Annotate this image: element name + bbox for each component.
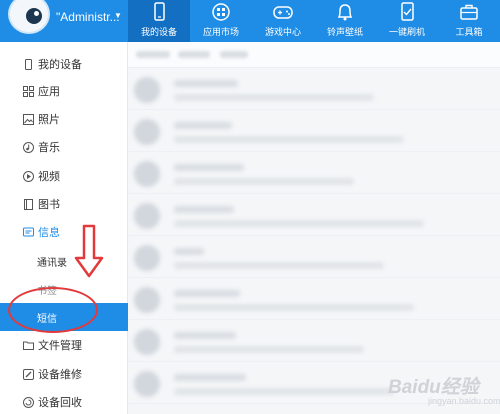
sidebar-item-label: 通讯录	[37, 257, 67, 269]
top-bar: "Administr... ▼ 我的设备 应用市场 游戏中心 铃声壁纸 一键刷机…	[0, 0, 500, 42]
apps-icon	[212, 3, 230, 21]
sidebar-item-books[interactable]: 图书	[0, 190, 128, 218]
music-icon	[23, 141, 34, 153]
grid-icon	[23, 85, 34, 97]
toolbar-action[interactable]	[178, 51, 210, 58]
nav-tab-ringtones[interactable]: 铃声壁纸	[314, 0, 376, 42]
gamepad-icon	[273, 6, 293, 19]
sidebar-item-file-manager[interactable]: 文件管理	[0, 331, 128, 359]
folder-icon	[23, 341, 34, 350]
image-icon	[23, 113, 34, 125]
phone-outline-icon	[25, 58, 32, 70]
toolbox-icon	[460, 4, 478, 20]
list-item[interactable]	[128, 238, 500, 278]
phone-icon	[154, 2, 165, 21]
sidebar-item-repair[interactable]: 设备维修	[0, 360, 128, 388]
nav-tab-label: 我的设备	[140, 27, 177, 37]
nav-tab-label: 工具箱	[455, 27, 483, 37]
app-logo-icon	[8, 0, 50, 34]
message-list-panel	[128, 42, 500, 414]
nav-tab-toolbox[interactable]: 工具箱	[438, 0, 500, 42]
sidebar-item-label: 应用	[38, 86, 60, 98]
sidebar-item-video[interactable]: 视频	[0, 162, 128, 190]
chevron-down-icon[interactable]: ▼	[114, 11, 122, 20]
sidebar-item-label: 我的设备	[38, 59, 82, 71]
list-item[interactable]	[128, 196, 500, 236]
main-nav: 我的设备 应用市场 游戏中心 铃声壁纸 一键刷机 工具箱	[128, 0, 500, 42]
nav-tab-label: 游戏中心	[264, 27, 301, 37]
sidebar-item-label: 图书	[38, 199, 60, 211]
toolbar-action[interactable]	[136, 51, 170, 58]
nav-tab-label: 铃声壁纸	[326, 27, 363, 37]
wrench-icon	[23, 368, 34, 380]
list-item[interactable]	[128, 154, 500, 194]
nav-tab-app-market[interactable]: 应用市场	[190, 0, 252, 42]
video-icon	[23, 170, 34, 182]
sidebar-item-recycle[interactable]: 设备回收	[0, 388, 128, 414]
book-icon	[24, 198, 33, 210]
list-item[interactable]	[128, 70, 500, 110]
toolbar-action[interactable]	[220, 51, 248, 58]
sidebar-item-photos[interactable]: 照片	[0, 105, 128, 133]
sidebar-item-label: 文件管理	[38, 340, 82, 352]
sidebar-item-label: 视频	[38, 171, 60, 183]
red-circle-annotation	[8, 287, 98, 333]
list-item[interactable]	[128, 280, 500, 320]
sidebar-item-label: 设备维修	[38, 369, 82, 381]
nav-tab-flash[interactable]: 一键刷机	[376, 0, 438, 42]
message-icon	[23, 227, 34, 236]
sidebar-item-music[interactable]: 音乐	[0, 133, 128, 161]
sidebar-item-apps[interactable]: 应用	[0, 77, 128, 105]
watermark-url: jingyan.baidu.com	[428, 396, 500, 406]
user-name[interactable]: "Administr...	[56, 10, 120, 24]
watermark-brand: Baidu经验	[388, 377, 479, 398]
nav-tab-my-device[interactable]: 我的设备	[128, 0, 190, 42]
sidebar-item-label: 音乐	[38, 142, 60, 154]
list-item[interactable]	[128, 112, 500, 152]
list-item[interactable]	[128, 322, 500, 362]
red-arrow-annotation	[74, 224, 104, 278]
watermark-logo: Baidu经验 jingyan.baidu.com	[388, 372, 500, 412]
sidebar-item-label: 照片	[38, 114, 60, 126]
sidebar-item-my-device[interactable]: 我的设备	[0, 50, 128, 78]
sidebar-item-label: 设备回收	[38, 397, 82, 409]
sidebar: 我的设备 应用 照片 音乐 视频 图书 信息 通讯录 书签 短信 文件管理 设备…	[0, 42, 128, 414]
content-toolbar	[128, 42, 500, 68]
sidebar-item-messages[interactable]: 信息	[0, 218, 128, 246]
nav-tab-label: 应用市场	[202, 27, 239, 37]
sidebar-item-contacts[interactable]: 通讯录	[0, 247, 128, 275]
recycle-icon	[23, 396, 34, 408]
flash-phone-icon	[401, 2, 414, 21]
bell-icon	[337, 4, 353, 21]
nav-tab-label: 一键刷机	[388, 27, 425, 37]
nav-tab-game-center[interactable]: 游戏中心	[252, 0, 314, 42]
sidebar-item-label: 信息	[38, 227, 60, 239]
